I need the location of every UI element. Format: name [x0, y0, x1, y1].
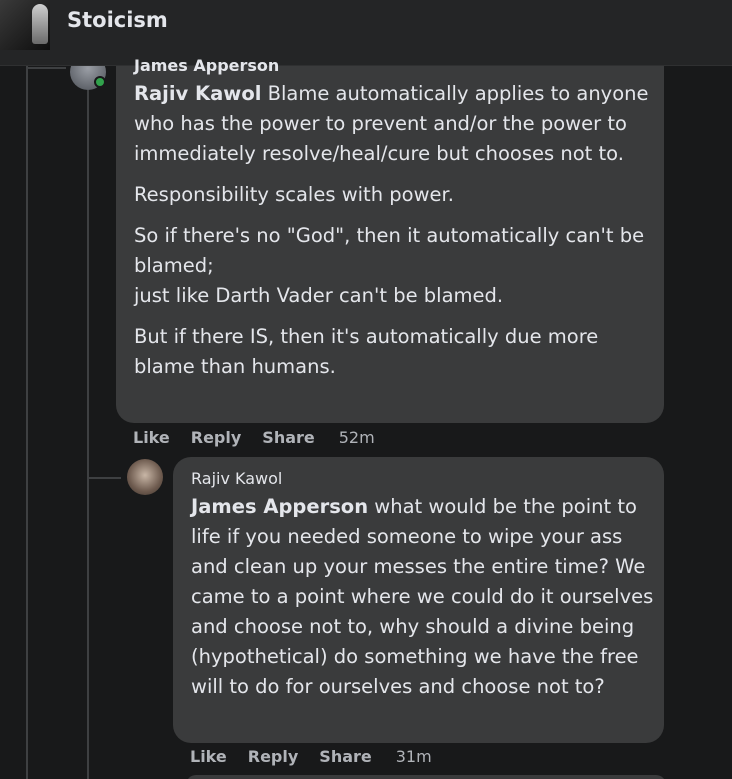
comment-body: James Apperson what would be the point t… [191, 495, 654, 698]
comment-timestamp[interactable]: 31m [396, 747, 432, 766]
comment-timestamp[interactable]: 52m [339, 428, 375, 447]
group-thumbnail[interactable] [0, 0, 50, 50]
comment-paragraph: Responsibility scales with power. [134, 183, 454, 206]
thread-line [26, 66, 28, 779]
thumbnail-text-decoration [4, 6, 32, 11]
group-title[interactable]: Stoicism [67, 8, 168, 32]
thread-line [87, 90, 89, 779]
share-button[interactable]: Share [262, 428, 314, 447]
comment-author[interactable]: Rajiv Kawol [191, 469, 282, 488]
comment-body: Rajiv Kawol Blame automatically applies … [134, 79, 654, 393]
like-button[interactable]: Like [133, 428, 170, 447]
share-button[interactable]: Share [319, 747, 371, 766]
avatar[interactable] [127, 459, 163, 495]
comment-paragraph: So if there's no "God", then it automati… [134, 224, 645, 277]
like-button[interactable]: Like [190, 747, 227, 766]
reply-button[interactable]: Reply [248, 747, 299, 766]
comment-actions: Like Reply Share 52m [133, 428, 375, 447]
comment-actions: Like Reply Share 31m [190, 747, 432, 766]
mention-link[interactable]: James Apperson [191, 495, 368, 518]
online-status-indicator [94, 76, 106, 88]
comment-paragraph: just like Darth Vader can't be blamed. [134, 284, 504, 307]
comment-paragraph: But if there IS, then it's automatically… [134, 325, 599, 378]
comment-author[interactable]: James Apperson [134, 56, 279, 75]
group-header: Stoicism [0, 0, 732, 66]
statue-image [32, 4, 48, 44]
mention-link[interactable]: Rajiv Kawol [134, 82, 261, 105]
thread-branch [26, 67, 66, 69]
reply-button[interactable]: Reply [191, 428, 242, 447]
comment-paragraph: Rajiv Kawol Blame automatically applies … [134, 82, 649, 165]
thread-branch [87, 477, 121, 479]
next-comment-bubble [186, 775, 666, 779]
